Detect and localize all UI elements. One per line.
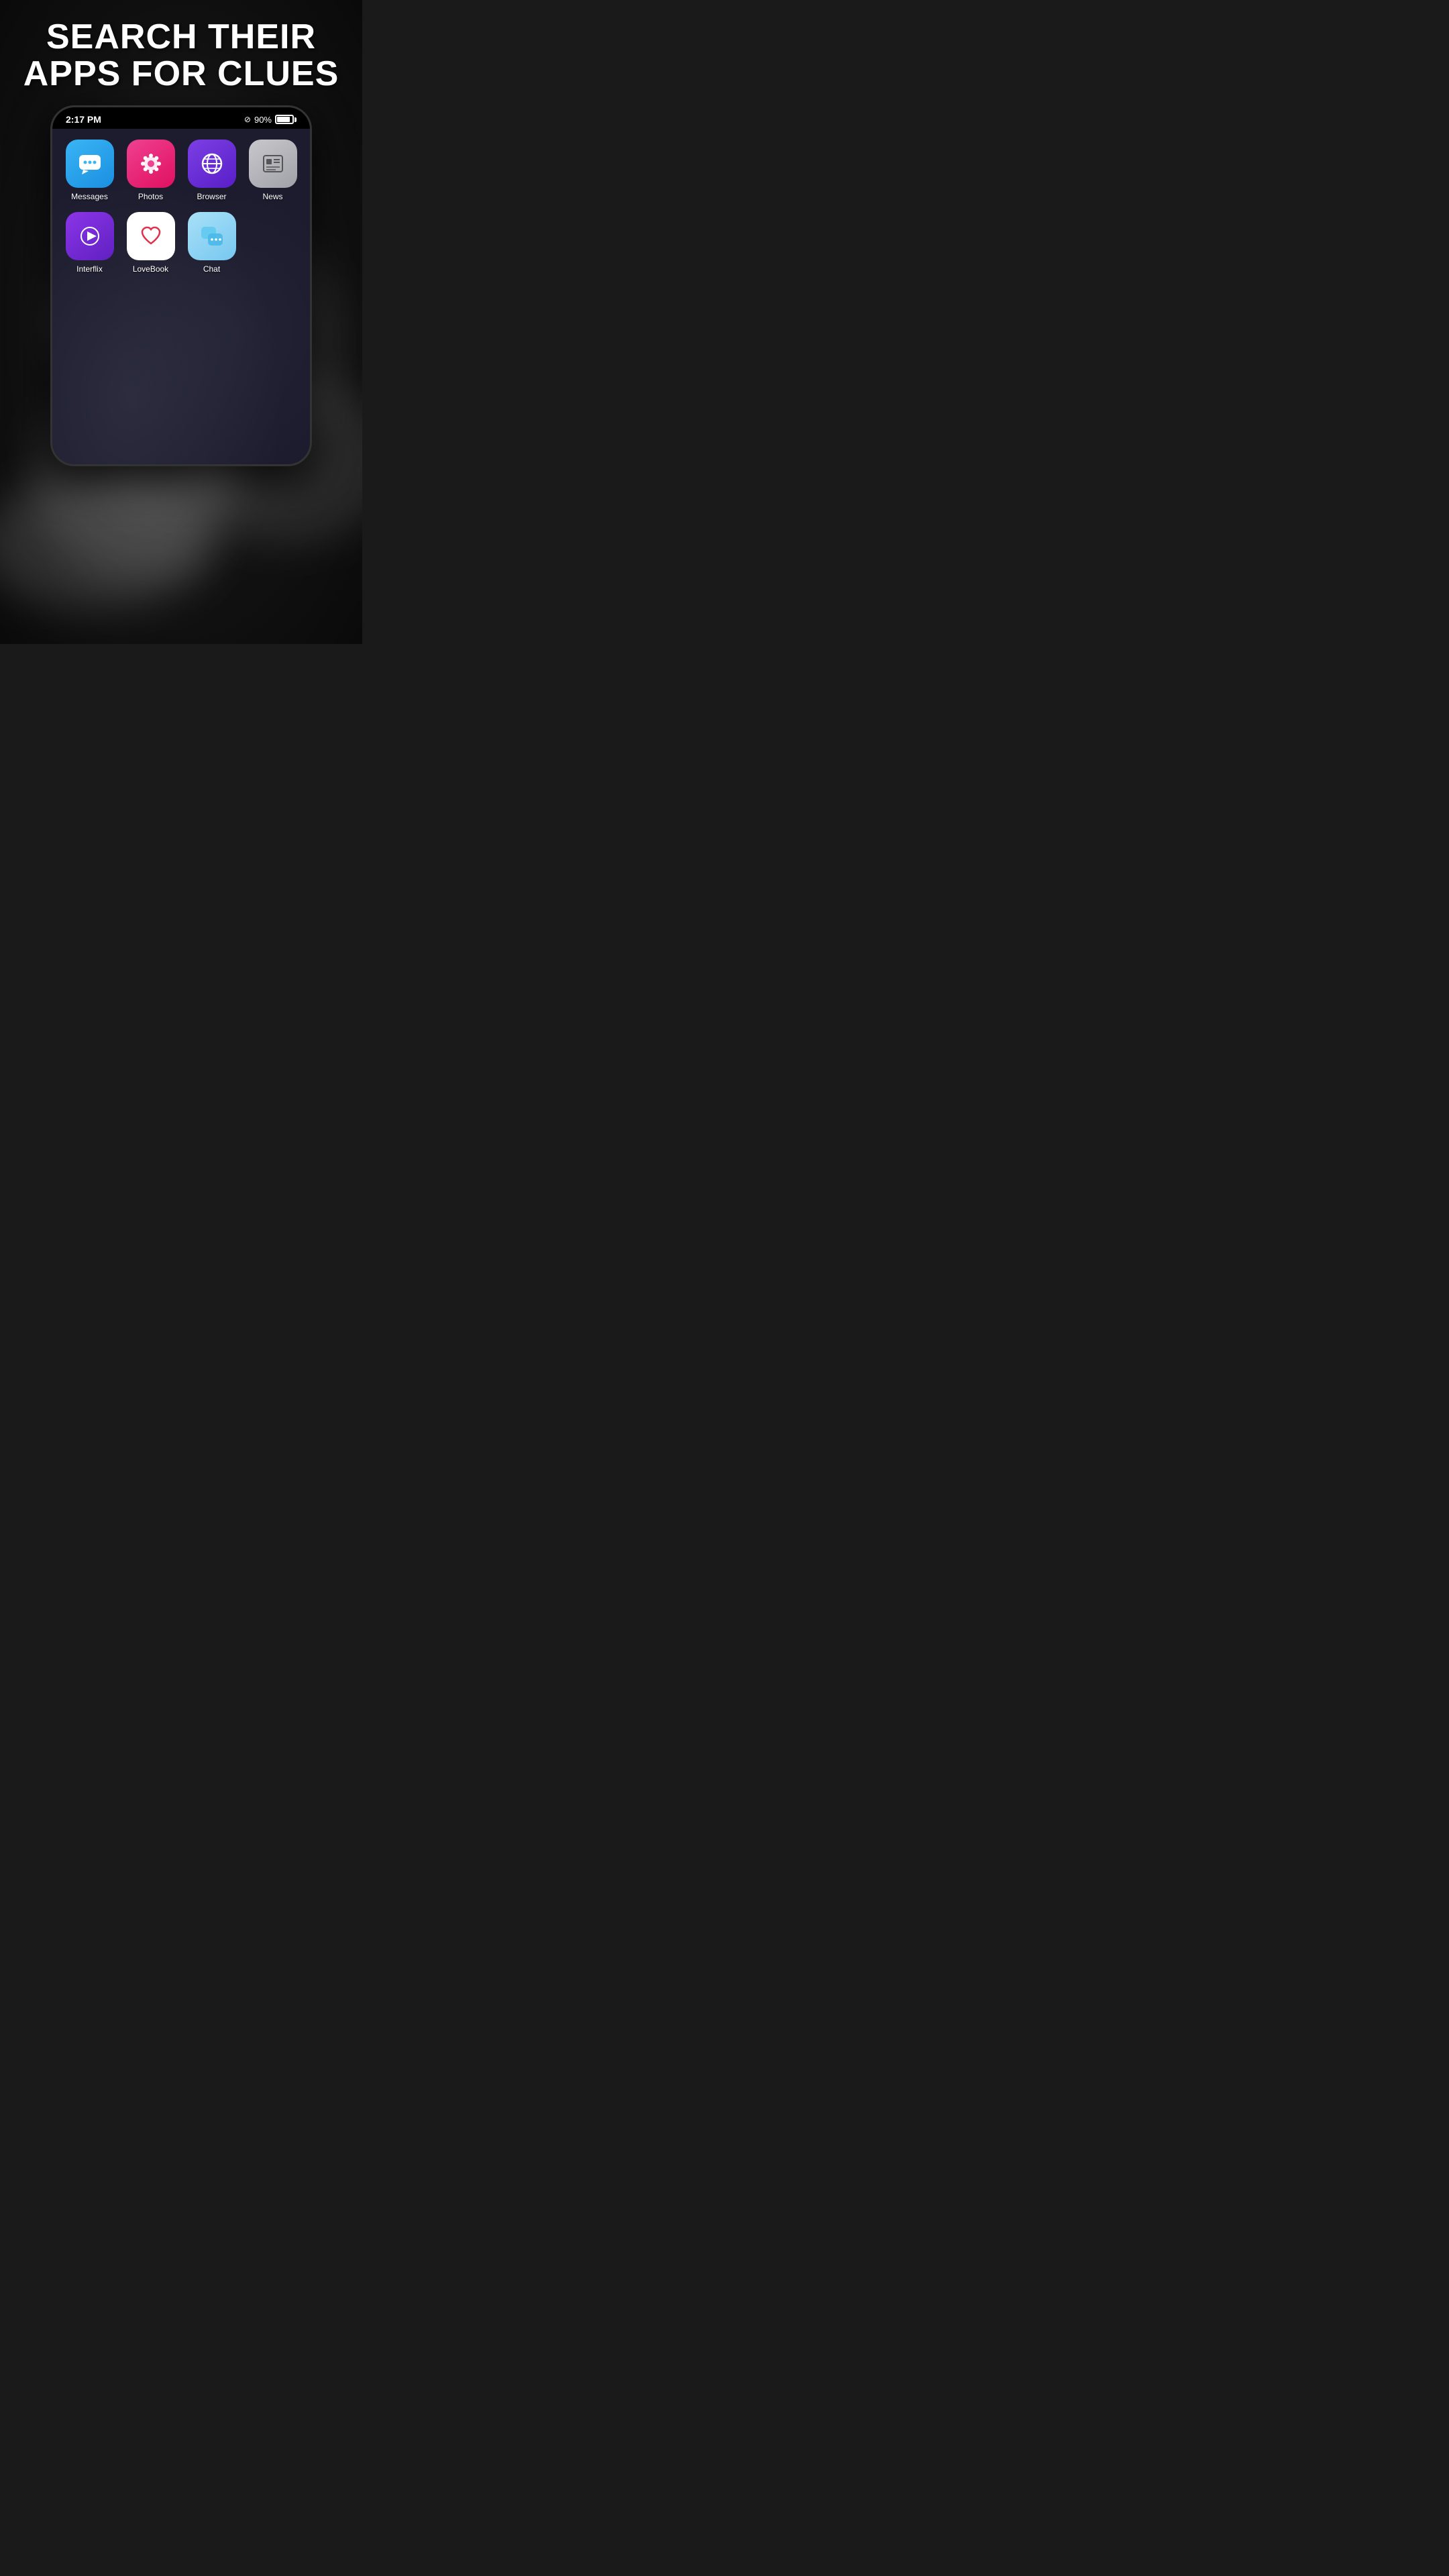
photos-icon <box>127 140 175 188</box>
phone-screen: Messages <box>52 129 310 464</box>
app-interflix[interactable]: Interflix <box>62 212 117 274</box>
app-grid-row1: Messages <box>62 140 301 201</box>
page-content: SEARCH THEIR APPS FOR CLUES 2:17 PM ⊘ 90… <box>0 0 362 644</box>
news-label: News <box>262 192 282 201</box>
status-bar: 2:17 PM ⊘ 90% <box>52 107 310 129</box>
app-chat[interactable]: Chat <box>184 212 239 274</box>
app-empty <box>245 212 301 274</box>
interflix-label: Interflix <box>76 264 103 274</box>
app-news[interactable]: News <box>245 140 301 201</box>
headline-line2: APPS FOR CLUES <box>23 54 339 93</box>
status-right: ⊘ 90% <box>244 115 297 125</box>
interflix-icon <box>66 212 114 260</box>
messages-icon <box>66 140 114 188</box>
app-grid-row2: Interflix LoveBook <box>62 212 301 274</box>
lovebook-icon <box>127 212 175 260</box>
phone-frame: 2:17 PM ⊘ 90% <box>50 105 312 466</box>
status-time: 2:17 PM <box>66 114 101 125</box>
empty-slot-icon <box>249 212 297 260</box>
chat-label: Chat <box>203 264 220 274</box>
no-disturb-icon: ⊘ <box>244 115 251 124</box>
app-browser[interactable]: Browser <box>184 140 239 201</box>
news-icon <box>249 140 297 188</box>
lovebook-label: LoveBook <box>133 264 168 274</box>
browser-label: Browser <box>197 192 226 201</box>
chat-icon <box>188 212 236 260</box>
browser-icon <box>188 140 236 188</box>
messages-label: Messages <box>71 192 108 201</box>
battery-icon <box>275 115 297 124</box>
headline-line1: SEARCH THEIR <box>46 17 316 56</box>
battery-percent: 90% <box>254 115 272 125</box>
app-messages[interactable]: Messages <box>62 140 117 201</box>
app-photos[interactable]: Photos <box>123 140 178 201</box>
headline: SEARCH THEIR APPS FOR CLUES <box>3 0 360 105</box>
app-lovebook[interactable]: LoveBook <box>123 212 178 274</box>
photos-label: Photos <box>138 192 163 201</box>
